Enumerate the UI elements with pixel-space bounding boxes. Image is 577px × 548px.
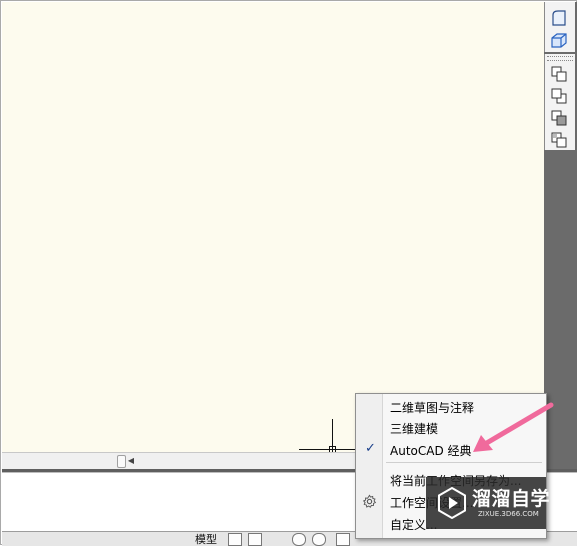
scroll-left-arrow-icon[interactable]: ◀	[126, 455, 136, 467]
menu-separator	[386, 462, 542, 463]
watermark-title: 溜溜自学	[472, 488, 551, 510]
scrollbar-thumb[interactable]	[117, 455, 126, 468]
menu-item-label: AutoCAD 经典	[390, 444, 472, 458]
watermark-logo-icon	[436, 486, 468, 520]
watermark: 溜溜自学 ZIXUE.3D66.COM	[426, 477, 550, 529]
pan-icon[interactable]	[292, 533, 306, 546]
layer-front-icon[interactable]	[549, 64, 569, 84]
layout-button[interactable]	[228, 533, 242, 546]
layout-button-2[interactable]	[248, 533, 262, 546]
menu-item-label: 三维建模	[390, 422, 439, 436]
surface-icon[interactable]	[549, 8, 569, 28]
viewport-icon[interactable]	[336, 533, 350, 546]
box-3d-icon[interactable]	[549, 30, 569, 50]
zoom-icon[interactable]	[312, 533, 326, 546]
drawing-canvas[interactable]	[2, 2, 544, 452]
toolbar-grip[interactable]	[547, 56, 573, 61]
layer-below-icon[interactable]	[549, 130, 569, 150]
app-window: ◀ 模型 二维草图与注释 三维建模 ✓ AutoCAD 经典 将当前工作空间另存…	[0, 0, 577, 546]
toolbar-group-top	[544, 2, 575, 52]
model-tab[interactable]: 模型	[192, 532, 220, 546]
watermark-subtitle: ZIXUE.3D66.COM	[478, 510, 539, 518]
checkmark-icon: ✓	[365, 441, 376, 456]
layer-above-icon[interactable]	[549, 108, 569, 128]
layer-back-icon[interactable]	[549, 86, 569, 106]
annotation-arrow	[461, 399, 561, 459]
gear-icon	[362, 494, 377, 509]
toolbar-group-draworder	[544, 54, 575, 150]
